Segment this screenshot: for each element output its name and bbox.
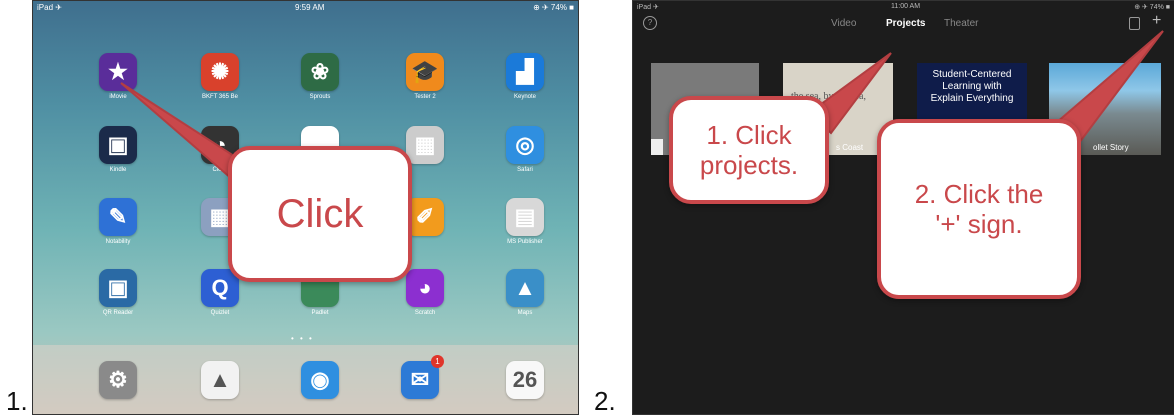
thumbnail-2-caption: s Coast — [836, 143, 864, 152]
step-number-2: 2. — [594, 386, 616, 416]
google-drive-icon[interactable]: ▲ — [201, 361, 239, 399]
status-battery: ⊕ ✈ 74% ■ — [1134, 4, 1170, 11]
star-icon[interactable]: ★ — [99, 53, 137, 91]
tab-video[interactable]: Video — [831, 18, 856, 29]
document-icon[interactable]: ▤ — [506, 198, 544, 236]
app-label: Quizlet — [210, 310, 230, 316]
kindle-icon[interactable]: ▣ — [99, 126, 137, 164]
imovie-top-bar: iPad ✈ 11:00 AM ⊕ ✈ 74% ■ ? Video Projec… — [633, 1, 1174, 31]
add-project-button[interactable]: + — [1152, 12, 1161, 30]
app-label: Padlet — [311, 310, 329, 316]
app-label: Sprouts — [309, 94, 331, 100]
callout-2-line-1: 2. Click the — [914, 179, 1044, 209]
import-icon[interactable] — [1129, 17, 1140, 30]
safari-compass-icon[interactable]: ◉ — [301, 361, 339, 399]
help-icon[interactable]: ? — [643, 16, 657, 30]
tab-projects[interactable]: Projects — [886, 18, 925, 29]
thumbnail-3-line-3: Explain Everything — [930, 93, 1014, 104]
status-time: 9:59 AM — [295, 3, 325, 12]
callout-1-line-1: 1. Click — [706, 120, 792, 150]
app-label: Scratch — [414, 310, 436, 316]
flower-icon[interactable]: ❀ — [301, 53, 339, 91]
keynote-icon[interactable]: ▟ — [506, 53, 544, 91]
callout-text: Click — [276, 191, 364, 236]
settings-gear-icon[interactable]: ⚙ — [99, 361, 137, 399]
landscape-icon[interactable]: ▲ — [506, 269, 544, 307]
click-callout: Click — [228, 146, 412, 282]
calendar-icon[interactable]: 26 — [506, 361, 544, 399]
page-indicator: • • • — [291, 334, 314, 343]
app-label: QR Reader — [102, 310, 134, 316]
app-label: iMovie — [109, 94, 127, 100]
imovie-screen: iPad ✈ 11:00 AM ⊕ ✈ 74% ■ ? Video Projec… — [632, 0, 1174, 415]
status-battery: ⊕ ✈ 74% ■ — [533, 3, 574, 12]
app-label: Kindle — [109, 167, 127, 173]
ipad-home-screen: iPad ✈ 9:59 AM ⊕ ✈ 74% ■ ★ iMovie ✺ BKFT 36… — [32, 0, 579, 415]
safari-icon[interactable]: ◎ — [506, 126, 544, 164]
thumbnail-3-line-2: Learning with — [942, 81, 1002, 92]
app-label: Maps — [517, 310, 533, 316]
status-time: 11:00 AM — [891, 3, 921, 10]
thumbnail-4-caption: ollet Story — [1093, 143, 1129, 152]
sun-dots-icon[interactable]: ✺ — [201, 53, 239, 91]
graduation-cap-icon[interactable]: 🎓 — [406, 53, 444, 91]
status-carrier: iPad ✈ — [637, 4, 659, 11]
thumbnail-selection-mark — [651, 139, 663, 155]
app-label: Notability — [105, 239, 131, 245]
cat-icon[interactable]: ◕ — [406, 269, 444, 307]
app-label: BKFT 365 Be — [202, 94, 238, 100]
callout-2-line-2: '+' sign. — [935, 209, 1023, 239]
status-bar: iPad ✈ 9:59 AM ⊕ ✈ 74% ■ — [33, 1, 578, 15]
app-label: Keynote — [513, 94, 537, 100]
click-plus-callout: 2. Click the '+' sign. — [877, 119, 1081, 299]
pencil-icon[interactable]: ✎ — [99, 198, 137, 236]
app-label: MS Publisher — [507, 239, 543, 245]
app-label: Tester 2 — [414, 94, 436, 100]
callout-1-line-2: projects. — [699, 150, 799, 180]
status-carrier: iPad ✈ — [37, 3, 62, 12]
app-label: Safari — [517, 167, 533, 173]
step-number-1: 1. — [6, 386, 28, 416]
click-projects-callout: 1. Click projects. — [669, 96, 829, 204]
thumbnail-3-line-1: Student-Centered — [932, 69, 1012, 80]
newspaper-icon[interactable]: ▦ — [406, 126, 444, 164]
qr-code-icon[interactable]: ▣ — [99, 269, 137, 307]
notification-badge: 1 — [431, 355, 444, 368]
tab-theater[interactable]: Theater — [944, 18, 978, 29]
